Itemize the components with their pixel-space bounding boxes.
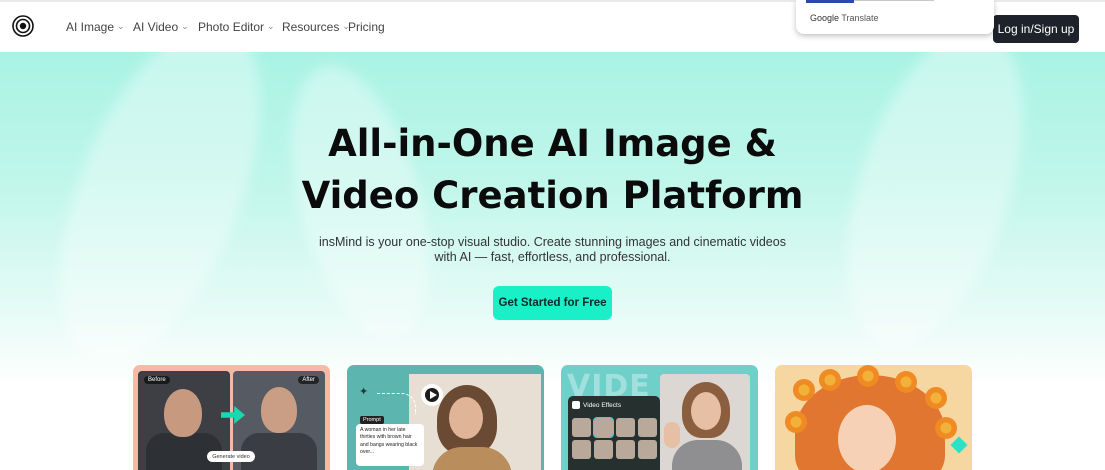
nav-resources[interactable]: Resources ⌄ [282,20,350,34]
google-translate-popup[interactable]: Google Translate [796,0,994,34]
feature-card-prompt-video[interactable]: ✦ Prompt A woman in her late thirties wi… [347,365,544,470]
effect-thumbnails [572,417,658,459]
nav-photo-editor-label: Photo Editor [198,20,265,34]
effect-thumbnail[interactable] [638,418,657,437]
effect-thumbnail[interactable] [638,440,657,459]
nav-photo-editor[interactable]: Photo Editor ⌄ [198,20,275,34]
nav-resources-label: Resources [282,20,340,34]
hero-headline: All-in-One AI Image & Video Creation Pla… [0,118,1105,222]
flower-icon [785,411,807,433]
generate-video-chip: Generate video [207,451,255,462]
video-icon [572,401,580,409]
dashed-connector [377,393,416,414]
nav-ai-video-label: AI Video [133,20,179,34]
play-triangle [430,391,437,399]
prompt-tag: Prompt [360,416,384,424]
google-translate-label: Google Translate [810,13,879,23]
nav-ai-image-label: AI Image [66,20,115,34]
video-effects-label: Video Effects [583,401,622,409]
effect-thumbnail[interactable] [594,440,613,459]
flower-icon [857,365,879,387]
feature-card-illustration[interactable] [775,365,972,470]
body-shape [672,440,742,470]
sparkle-icon: ✦ [359,386,369,398]
hand-shape [664,422,680,448]
flower-icon [793,379,815,401]
nav-ai-image[interactable]: AI Image ⌄ [66,20,125,34]
nav-ai-video[interactable]: AI Video ⌄ [133,20,189,34]
translate-tab-indicator [806,0,854,3]
flower-icon [895,371,917,393]
chevron-down-icon: ⌄ [267,20,275,31]
face-shape [164,389,202,437]
prompt-box: A woman in her late thirties with brown … [356,424,424,466]
effect-thumbnail[interactable] [572,440,591,459]
subtitle-line-1: insMind is your one-stop visual studio. … [319,235,786,249]
hero-subtitle: insMind is your one-stop visual studio. … [0,235,1105,265]
flower-icon [935,417,957,439]
headline-line-1: All-in-One AI Image & [328,122,777,165]
headline-line-2: Video Creation Platform [301,174,804,217]
google-brand: Google [810,13,840,23]
flower-icon [925,387,947,409]
hero-section: All-in-One AI Image & Video Creation Pla… [0,52,1105,470]
face-shape [449,397,483,439]
sparkle-icon [950,436,968,454]
before-tag: Before [144,376,170,384]
effect-thumbnail[interactable] [572,418,591,437]
nav-pricing-label: Pricing [348,20,385,34]
face-shape [261,387,297,433]
chevron-down-icon: ⌄ [117,20,125,31]
face-shape [691,392,721,430]
spiral-logo-icon[interactable] [12,15,34,37]
waving-woman-image [660,374,750,470]
feature-card-video-effects[interactable]: VIDE Video Effects [561,365,758,470]
chevron-down-icon: ⌄ [181,20,189,31]
get-started-button[interactable]: Get Started for Free [493,286,612,320]
nav-pricing[interactable]: Pricing [348,20,385,34]
face-shape [838,405,896,470]
translate-tab-divider [854,0,934,1]
translate-word: Translate [841,13,879,23]
feature-card-portrait[interactable]: Before After Generate video [133,365,330,470]
effect-thumbnail[interactable] [616,418,635,437]
effect-thumbnail-selected[interactable] [593,417,614,438]
video-effects-title: Video Effects [572,401,621,409]
flower-icon [819,369,841,391]
subtitle-line-2: with AI — fast, effortless, and professi… [434,250,671,264]
effect-thumbnail[interactable] [616,440,635,459]
after-tag: After [298,376,319,384]
login-signup-button[interactable]: Log in/Sign up [993,15,1079,43]
